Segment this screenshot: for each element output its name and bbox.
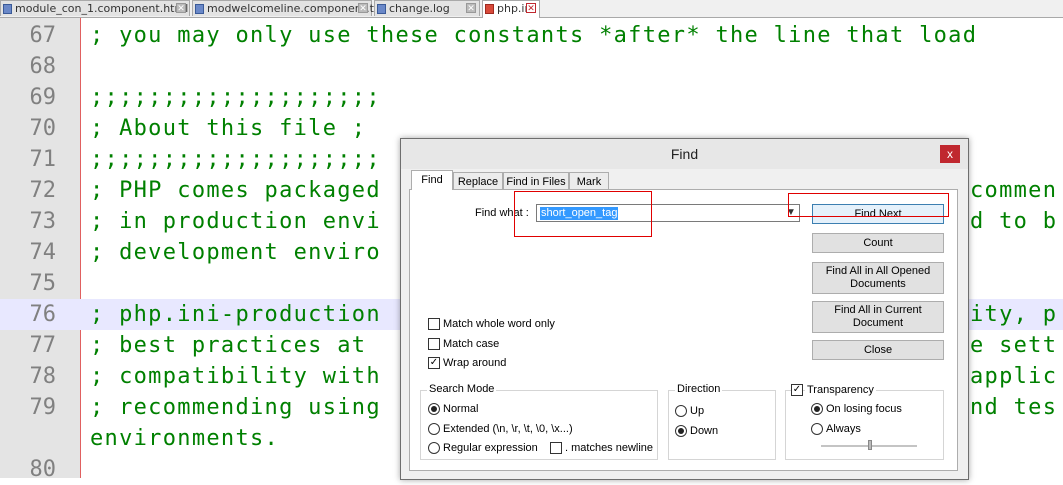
count-button[interactable]: Count <box>812 233 944 253</box>
transparency-label: Transparency <box>805 384 876 396</box>
match-whole-word-checkbox[interactable] <box>428 318 440 330</box>
code-text: ; you may only use these constants *afte… <box>90 23 978 48</box>
code-text: ; About this file ; <box>90 116 367 141</box>
file-icon <box>3 4 12 14</box>
dialog-title: Find <box>670 146 699 162</box>
find-dialog: Find x Find Replace Find in Files Mark F… <box>400 138 969 480</box>
code-text: ; in production envi <box>90 209 381 234</box>
transparency-group <box>785 390 944 460</box>
extended-radio[interactable] <box>428 423 440 435</box>
line-number: 72 <box>29 178 57 203</box>
normal-radio[interactable] <box>428 403 440 415</box>
extended-label: Extended (\n, \r, \t, \0, \x...) <box>443 423 573 435</box>
on-losing-focus-label: On losing focus <box>826 403 902 415</box>
match-whole-word-label: Match whole word only <box>443 318 555 330</box>
code-text: ; php.ini-production <box>90 302 381 327</box>
code-text: ; best practices at <box>90 333 367 358</box>
close-icon[interactable]: x <box>940 145 960 163</box>
dialog-title-bar[interactable]: Find x <box>401 139 968 169</box>
match-case-label: Match case <box>443 338 500 350</box>
line-number: 74 <box>29 240 57 265</box>
file-icon <box>377 4 386 14</box>
code-text-tail: d to b <box>970 209 1058 234</box>
code-text: ; recommending using <box>90 395 381 420</box>
direction-up-label: Up <box>690 405 705 417</box>
code-text-tail: ity, p <box>970 302 1058 327</box>
line-number: 80 <box>29 457 57 482</box>
find-what-value: short_open_tag <box>540 207 619 220</box>
file-icon <box>485 4 494 14</box>
regex-label: Regular expression <box>443 442 538 454</box>
line-number: 68 <box>29 54 57 79</box>
matches-newline-label: . matches newline <box>565 442 654 454</box>
line-number: 78 <box>29 364 57 389</box>
find-what-label: Find what : <box>475 207 529 219</box>
code-text-tail: nd tes <box>970 395 1058 420</box>
chevron-down-icon[interactable]: ▼ <box>784 206 798 220</box>
search-mode-legend: Search Mode <box>427 383 497 395</box>
code-text-tail: applic <box>970 364 1058 389</box>
find-what-input[interactable]: short_open_tag ▼ <box>536 204 800 222</box>
find-all-opened-documents-button[interactable]: Find All in All Opened Documents <box>812 262 944 294</box>
wrap-around-label: Wrap around <box>443 357 507 369</box>
tab-change-log[interactable]: change.log ✕ <box>374 0 480 16</box>
line-number: 69 <box>29 85 57 110</box>
transparency-slider-thumb[interactable] <box>868 440 872 450</box>
wrap-around-checkbox[interactable]: ✓ <box>428 357 440 369</box>
direction-up-radio[interactable] <box>675 405 687 417</box>
match-case-checkbox[interactable] <box>428 338 440 350</box>
tab-find[interactable]: Find <box>411 170 453 190</box>
line-number: 75 <box>29 271 57 296</box>
code-text: environments. <box>90 426 280 451</box>
line-number: 71 <box>29 147 57 172</box>
tab-mark[interactable]: Mark <box>569 172 609 190</box>
code-line: 68 <box>0 51 1063 82</box>
direction-down-label: Down <box>690 425 719 437</box>
regex-radio[interactable] <box>428 442 440 454</box>
code-text-tail: commen <box>970 178 1058 203</box>
line-number: 76 <box>29 302 57 327</box>
line-number: 79 <box>29 395 57 420</box>
tab-module-con-1-component-html[interactable]: module_con_1.component.html ✕ <box>0 0 190 16</box>
line-number: 67 <box>29 23 57 48</box>
always-label: Always <box>826 423 861 435</box>
tab-replace[interactable]: Replace <box>453 172 503 190</box>
code-text: ;;;;;;;;;;;;;;;;;;;; <box>90 85 381 110</box>
on-losing-focus-radio[interactable] <box>811 403 823 415</box>
code-text-tail: e sett <box>970 333 1058 358</box>
tab-find-in-files[interactable]: Find in Files <box>503 172 569 190</box>
document-tab-bar: module_con_1.component.html ✕ modwelcome… <box>0 0 1063 18</box>
code-text: ;;;;;;;;;;;;;;;;;;;; <box>90 147 381 172</box>
code-text: ; compatibility with <box>90 364 381 389</box>
line-number: 70 <box>29 116 57 141</box>
tab-php-ini[interactable]: php.ini ✕ <box>482 0 540 18</box>
matches-newline-checkbox[interactable] <box>550 442 562 454</box>
code-line: 69;;;;;;;;;;;;;;;;;;;; <box>0 82 1063 113</box>
normal-label: Normal <box>443 403 479 415</box>
always-radio[interactable] <box>811 423 823 435</box>
find-all-current-document-button[interactable]: Find All in Current Document <box>812 301 944 333</box>
close-tab-icon[interactable]: ✕ <box>466 3 476 14</box>
find-next-button[interactable]: Find Next <box>812 204 944 224</box>
code-line: 67 ; you may only use these constants *af… <box>0 20 1063 51</box>
direction-down-radio[interactable] <box>675 425 687 437</box>
line-number: 73 <box>29 209 57 234</box>
close-tab-icon[interactable]: ✕ <box>526 3 536 14</box>
transparency-checkbox[interactable]: ✓ <box>791 384 803 396</box>
close-tab-icon[interactable]: ✕ <box>358 3 368 14</box>
file-icon <box>195 4 204 14</box>
code-text: ; development enviro <box>90 240 381 265</box>
line-number: 77 <box>29 333 57 358</box>
close-tab-icon[interactable]: ✕ <box>176 3 186 14</box>
direction-legend: Direction <box>675 383 723 395</box>
close-button[interactable]: Close <box>812 340 944 360</box>
tab-modwelcomeline-component-ts[interactable]: modwelcomeline.component.ts ✕ <box>192 0 380 16</box>
code-text: ; PHP comes packaged <box>90 178 381 203</box>
